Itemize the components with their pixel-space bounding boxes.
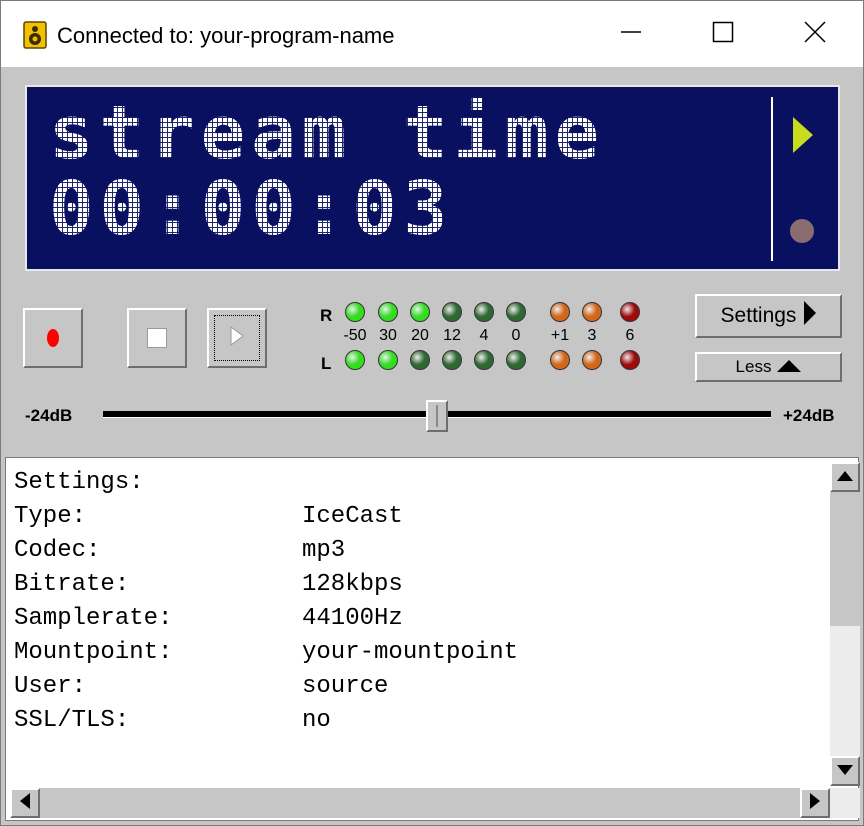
settings-row: Type: IceCast [14,500,518,534]
meter-led-left-5 [506,350,526,370]
title-bar: Connected to: your-program-name [1,1,863,67]
meter-led-left-3 [442,350,462,370]
settings-row: User: source [14,670,518,704]
meter-scale-label: 0 [511,327,521,344]
meter-led-right-5 [506,302,526,322]
less-button-label: Less [735,357,772,376]
meter-led-left-0 [345,350,365,370]
vertical-scroll-thumb[interactable] [830,492,860,626]
settings-key: Mountpoint: [14,639,173,666]
meter-scale-label: +1 [550,327,570,344]
arrow-right-icon [810,792,820,814]
scroll-down-button[interactable] [830,756,860,786]
streaming-indicator-icon [793,117,813,158]
meter-scale-label: 3 [587,327,597,344]
focus-ring [214,315,260,361]
stop-button[interactable] [127,308,187,368]
arrow-up-icon [837,468,853,486]
meter-led-left-4 [474,350,494,370]
settings-value: 44100Hz [302,605,403,632]
meter-scale-label: 12 [443,327,461,344]
settings-row: Codec: mp3 [14,534,518,568]
settings-heading: Settings: [14,469,144,496]
window-title: Connected to: your-program-name [57,23,395,48]
settings-value: mp3 [302,537,346,564]
meter-scale-label: 4 [479,327,489,344]
arrow-down-icon [837,762,853,780]
meter-led-right-3 [442,302,462,322]
scroll-left-button[interactable] [10,788,40,818]
meter-led-left-6 [550,350,570,370]
meter-right-label: R [320,306,333,325]
slider-min-label: -24dB [25,406,73,425]
settings-key: Samplerate: [14,605,173,632]
meter-led-left-2 [410,350,430,370]
settings-button-label: Settings [720,304,797,327]
settings-button[interactable]: Settings [695,294,842,338]
settings-value: no [302,707,331,734]
settings-text-area[interactable]: Settings: Type: IceCast Codec: mp3 Bitrate: 1… [5,457,860,821]
settings-row: Samplerate: 44100Hz [14,602,518,636]
maximize-icon [712,21,734,48]
stop-icon [147,328,167,348]
meter-scale-label: 6 [625,327,635,344]
minimize-button[interactable] [585,1,677,67]
app-window: Connected to: your-program-name stream t… [0,0,864,826]
display-line-2: 00:00:03 [49,166,454,252]
meter-scale-label: 20 [411,327,429,344]
settings-key: Type: [14,503,87,530]
display-divider [771,97,773,261]
settings-value: source [302,673,389,700]
maximize-button[interactable] [677,1,769,67]
meter-led-right-6 [550,302,570,322]
horizontal-scroll-thumb[interactable] [40,788,800,818]
settings-key: SSL/TLS: [14,707,130,734]
meter-led-right-7 [582,302,602,322]
status-dot-icon [790,219,814,243]
lcd-display: stream time 00:00:03 [25,85,840,271]
record-icon [47,329,59,347]
meter-led-right-8 [620,302,640,322]
settings-value: 128kbps [302,571,403,598]
settings-row: SSL/TLS: no [14,704,518,738]
meter-led-right-0 [345,302,365,322]
meter-left-label: L [321,354,332,373]
settings-rows: Type: IceCast Codec: mp3 Bitrate: 128kbps Samp… [14,500,518,738]
triangle-up-icon [777,357,802,377]
meter-scale-label: -50 [343,327,367,344]
meter-led-right-4 [474,302,494,322]
settings-row: Bitrate: 128kbps [14,568,518,602]
settings-key: Bitrate: [14,571,130,598]
meter-led-right-2 [410,302,430,322]
meter-led-left-8 [620,350,640,370]
settings-text: Settings: Type: IceCast Codec: mp3 Bitrate: 1… [14,466,518,738]
arrow-left-icon [20,792,30,814]
scroll-right-button[interactable] [800,788,830,818]
scroll-up-button[interactable] [830,462,860,492]
triangle-right-icon [804,301,817,331]
settings-value: IceCast [302,503,403,530]
scrollbar-corner [830,788,860,818]
vertical-scrollbar[interactable] [830,462,860,786]
close-icon [804,20,826,48]
horizontal-scrollbar[interactable] [10,788,830,818]
meter-led-left-1 [378,350,398,370]
settings-row: Mountpoint: your-mountpoint [14,636,518,670]
slider-max-label: +24dB [783,406,835,425]
display-line-1: stream time [49,90,606,176]
record-button[interactable] [23,308,83,368]
meter-scale-label: 30 [379,327,397,344]
play-button[interactable] [207,308,267,368]
settings-value: your-mountpoint [302,639,519,666]
meter-led-left-7 [582,350,602,370]
volume-slider-thumb[interactable] [426,400,448,432]
settings-key: User: [14,673,87,700]
speaker-icon [23,21,47,49]
settings-key: Codec: [14,537,101,564]
less-button[interactable]: Less [695,352,842,382]
minimize-icon [620,21,642,48]
close-button[interactable] [769,1,861,67]
meter-led-right-1 [378,302,398,322]
